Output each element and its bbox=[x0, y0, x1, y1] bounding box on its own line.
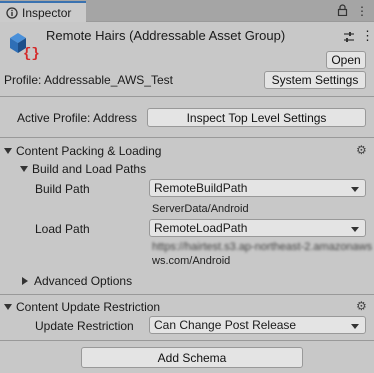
add-schema-button[interactable]: Add Schema bbox=[81, 347, 303, 368]
foldout-expanded-icon bbox=[4, 304, 12, 310]
active-profile-label: Active Profile: Address bbox=[17, 111, 138, 125]
load-path-resolved-line2: ws.com/Android bbox=[152, 255, 231, 267]
open-button[interactable]: Open bbox=[326, 51, 366, 69]
tab-bar: Inspector ⋮ bbox=[0, 0, 374, 22]
foldout-collapsed-icon bbox=[22, 277, 28, 285]
tab-title: Inspector bbox=[22, 5, 72, 20]
divider bbox=[0, 137, 374, 138]
profile-label: Profile: Addressable_AWS_Test bbox=[4, 73, 173, 87]
build-path-dropdown[interactable]: RemoteBuildPath bbox=[149, 179, 366, 197]
content-packing-title: Content Packing & Loading bbox=[16, 144, 162, 158]
load-path-dropdown[interactable]: RemoteLoadPath bbox=[149, 219, 366, 237]
foldout-expanded-icon bbox=[20, 166, 28, 172]
foldout-expanded-icon bbox=[4, 148, 12, 154]
content-update-restriction-foldout[interactable]: Content Update Restriction bbox=[4, 300, 160, 314]
divider bbox=[0, 340, 374, 341]
load-path-label: Load Path bbox=[35, 222, 90, 236]
build-load-paths-foldout[interactable]: Build and Load Paths bbox=[20, 162, 146, 176]
build-load-paths-title: Build and Load Paths bbox=[32, 162, 147, 176]
content-update-restriction-title: Content Update Restriction bbox=[16, 300, 161, 314]
divider bbox=[0, 294, 374, 295]
load-path-resolved-line1: https://hairtest.s3.ap-northeast-2.amazo… bbox=[152, 241, 373, 253]
divider bbox=[0, 96, 374, 97]
more-menu-icon[interactable]: ⋮ bbox=[356, 4, 368, 18]
header-more-icon[interactable]: ⋮ bbox=[361, 28, 374, 44]
tab-inspector[interactable]: Inspector bbox=[0, 1, 86, 22]
group-title: Remote Hairs (Addressable Asset Group) bbox=[46, 28, 286, 43]
build-path-value: RemoteBuildPath bbox=[154, 181, 248, 195]
gear-icon[interactable]: ⚙ bbox=[356, 143, 367, 157]
content-packing-foldout[interactable]: Content Packing & Loading bbox=[4, 144, 161, 158]
advanced-options-label: Advanced Options bbox=[34, 274, 133, 288]
chevron-down-icon bbox=[351, 324, 359, 329]
lock-icon[interactable] bbox=[337, 4, 348, 16]
system-settings-button[interactable]: System Settings bbox=[264, 71, 366, 89]
build-path-resolved: ServerData/Android bbox=[152, 203, 249, 215]
update-restriction-label: Update Restriction bbox=[35, 319, 134, 333]
svg-text:{}: {} bbox=[23, 46, 40, 60]
load-path-value: RemoteLoadPath bbox=[154, 221, 248, 235]
gear-icon[interactable]: ⚙ bbox=[356, 299, 367, 313]
sliders-icon[interactable] bbox=[343, 31, 355, 43]
addressable-group-icon: {} bbox=[10, 33, 40, 60]
update-restriction-dropdown[interactable]: Can Change Post Release bbox=[149, 316, 366, 334]
advanced-options-foldout[interactable]: Advanced Options bbox=[20, 274, 132, 288]
chevron-down-icon bbox=[351, 187, 359, 192]
info-icon bbox=[6, 6, 18, 19]
inspect-top-level-settings-button[interactable]: Inspect Top Level Settings bbox=[147, 108, 366, 127]
chevron-down-icon bbox=[351, 227, 359, 232]
update-restriction-value: Can Change Post Release bbox=[154, 318, 297, 332]
build-path-label: Build Path bbox=[35, 182, 90, 196]
